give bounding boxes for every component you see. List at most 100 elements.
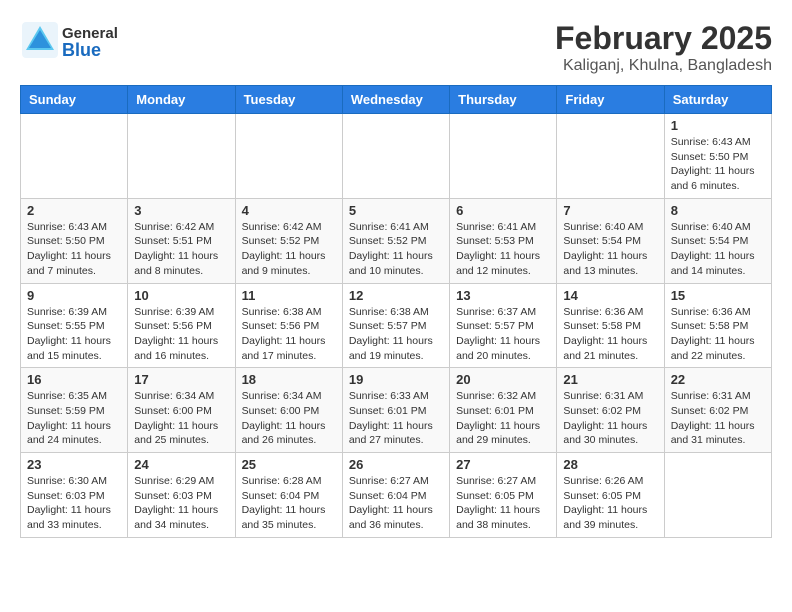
day-info: Sunrise: 6:38 AM Sunset: 5:57 PM Dayligh… <box>349 305 443 364</box>
logo-general: General <box>62 26 118 41</box>
day-info: Sunrise: 6:27 AM Sunset: 6:04 PM Dayligh… <box>349 474 443 533</box>
day-info: Sunrise: 6:43 AM Sunset: 5:50 PM Dayligh… <box>27 220 121 279</box>
calendar-header-tuesday: Tuesday <box>235 86 342 114</box>
calendar-header-row: SundayMondayTuesdayWednesdayThursdayFrid… <box>21 86 772 114</box>
calendar-cell <box>664 453 771 538</box>
logo-blue: Blue <box>62 41 118 59</box>
calendar-header-saturday: Saturday <box>664 86 771 114</box>
calendar-cell: 3 Sunrise: 6:42 AM Sunset: 5:51 PM Daylig… <box>128 198 235 283</box>
day-info: Sunrise: 6:42 AM Sunset: 5:51 PM Dayligh… <box>134 220 228 279</box>
day-number: 15 <box>671 288 765 303</box>
calendar-cell: 15 Sunrise: 6:36 AM Sunset: 5:58 PM Dayli… <box>664 283 771 368</box>
day-info: Sunrise: 6:39 AM Sunset: 5:56 PM Dayligh… <box>134 305 228 364</box>
calendar-header-friday: Friday <box>557 86 664 114</box>
calendar-cell: 2 Sunrise: 6:43 AM Sunset: 5:50 PM Daylig… <box>21 198 128 283</box>
calendar-cell: 8Sunrise: 6:40 AM Sunset: 5:54 PM Daylig… <box>664 198 771 283</box>
calendar-cell: 28 Sunrise: 6:26 AM Sunset: 6:05 PM Dayli… <box>557 453 664 538</box>
day-info: Sunrise: 6:39 AM Sunset: 5:55 PM Dayligh… <box>27 305 121 364</box>
day-number: 19 <box>349 372 443 387</box>
day-number: 25 <box>242 457 336 472</box>
day-number: 13 <box>456 288 550 303</box>
day-number: 27 <box>456 457 550 472</box>
calendar-cell: 24 Sunrise: 6:29 AM Sunset: 6:03 PM Dayli… <box>128 453 235 538</box>
day-number: 4 <box>242 203 336 218</box>
calendar-cell: 1Sunrise: 6:43 AM Sunset: 5:50 PM Daylig… <box>664 114 771 199</box>
day-number: 1 <box>671 118 765 133</box>
day-number: 2 <box>27 203 121 218</box>
day-info: Sunrise: 6:41 AM Sunset: 5:53 PM Dayligh… <box>456 220 550 279</box>
calendar-week-row: 2 Sunrise: 6:43 AM Sunset: 5:50 PM Daylig… <box>21 198 772 283</box>
calendar-cell: 12 Sunrise: 6:38 AM Sunset: 5:57 PM Dayli… <box>342 283 449 368</box>
day-info: Sunrise: 6:37 AM Sunset: 5:57 PM Dayligh… <box>456 305 550 364</box>
day-number: 12 <box>349 288 443 303</box>
calendar-cell: 23 Sunrise: 6:30 AM Sunset: 6:03 PM Dayli… <box>21 453 128 538</box>
day-info: Sunrise: 6:41 AM Sunset: 5:52 PM Dayligh… <box>349 220 443 279</box>
calendar-cell: 5Sunrise: 6:41 AM Sunset: 5:52 PM Daylig… <box>342 198 449 283</box>
calendar-cell: 27 Sunrise: 6:27 AM Sunset: 6:05 PM Dayli… <box>450 453 557 538</box>
day-number: 22 <box>671 372 765 387</box>
day-info: Sunrise: 6:36 AM Sunset: 5:58 PM Dayligh… <box>671 305 765 364</box>
day-number: 24 <box>134 457 228 472</box>
day-info: Sunrise: 6:32 AM Sunset: 6:01 PM Dayligh… <box>456 389 550 448</box>
day-number: 26 <box>349 457 443 472</box>
day-number: 14 <box>563 288 657 303</box>
day-number: 21 <box>563 372 657 387</box>
calendar-cell: 9 Sunrise: 6:39 AM Sunset: 5:55 PM Daylig… <box>21 283 128 368</box>
main-title: February 2025 <box>555 20 772 57</box>
calendar-cell: 22 Sunrise: 6:31 AM Sunset: 6:02 PM Dayli… <box>664 368 771 453</box>
calendar-cell <box>128 114 235 199</box>
day-info: Sunrise: 6:31 AM Sunset: 6:02 PM Dayligh… <box>671 389 765 448</box>
calendar-cell: 6 Sunrise: 6:41 AM Sunset: 5:53 PM Daylig… <box>450 198 557 283</box>
calendar-cell: 17 Sunrise: 6:34 AM Sunset: 6:00 PM Dayli… <box>128 368 235 453</box>
calendar-cell <box>342 114 449 199</box>
calendar-header-thursday: Thursday <box>450 86 557 114</box>
logo-icon-area <box>20 20 60 65</box>
calendar-cell: 16 Sunrise: 6:35 AM Sunset: 5:59 PM Dayli… <box>21 368 128 453</box>
day-info: Sunrise: 6:29 AM Sunset: 6:03 PM Dayligh… <box>134 474 228 533</box>
day-info: Sunrise: 6:42 AM Sunset: 5:52 PM Dayligh… <box>242 220 336 279</box>
day-number: 11 <box>242 288 336 303</box>
day-number: 6 <box>456 203 550 218</box>
calendar-cell: 11 Sunrise: 6:38 AM Sunset: 5:56 PM Dayli… <box>235 283 342 368</box>
calendar-cell <box>450 114 557 199</box>
calendar-table: SundayMondayTuesdayWednesdayThursdayFrid… <box>20 85 772 538</box>
day-info: Sunrise: 6:34 AM Sunset: 6:00 PM Dayligh… <box>134 389 228 448</box>
day-info: Sunrise: 6:33 AM Sunset: 6:01 PM Dayligh… <box>349 389 443 448</box>
calendar-cell: 25 Sunrise: 6:28 AM Sunset: 6:04 PM Dayli… <box>235 453 342 538</box>
day-info: Sunrise: 6:28 AM Sunset: 6:04 PM Dayligh… <box>242 474 336 533</box>
day-info: Sunrise: 6:36 AM Sunset: 5:58 PM Dayligh… <box>563 305 657 364</box>
calendar-cell <box>557 114 664 199</box>
day-number: 3 <box>134 203 228 218</box>
header: General Blue February 2025 Kaliganj, Khu… <box>20 20 772 75</box>
day-info: Sunrise: 6:35 AM Sunset: 5:59 PM Dayligh… <box>27 389 121 448</box>
calendar-week-row: 23 Sunrise: 6:30 AM Sunset: 6:03 PM Dayli… <box>21 453 772 538</box>
calendar-cell: 26 Sunrise: 6:27 AM Sunset: 6:04 PM Dayli… <box>342 453 449 538</box>
calendar-week-row: 1Sunrise: 6:43 AM Sunset: 5:50 PM Daylig… <box>21 114 772 199</box>
calendar-cell: 4 Sunrise: 6:42 AM Sunset: 5:52 PM Daylig… <box>235 198 342 283</box>
logo: General Blue <box>20 20 118 65</box>
calendar-header-wednesday: Wednesday <box>342 86 449 114</box>
day-info: Sunrise: 6:38 AM Sunset: 5:56 PM Dayligh… <box>242 305 336 364</box>
calendar-cell <box>235 114 342 199</box>
day-number: 9 <box>27 288 121 303</box>
day-info: Sunrise: 6:40 AM Sunset: 5:54 PM Dayligh… <box>671 220 765 279</box>
subtitle: Kaliganj, Khulna, Bangladesh <box>555 57 772 75</box>
calendar-cell: 14 Sunrise: 6:36 AM Sunset: 5:58 PM Dayli… <box>557 283 664 368</box>
calendar-cell: 7Sunrise: 6:40 AM Sunset: 5:54 PM Daylig… <box>557 198 664 283</box>
calendar-cell: 20 Sunrise: 6:32 AM Sunset: 6:01 PM Dayli… <box>450 368 557 453</box>
day-number: 17 <box>134 372 228 387</box>
logo-text-block: General Blue <box>62 26 118 59</box>
day-info: Sunrise: 6:27 AM Sunset: 6:05 PM Dayligh… <box>456 474 550 533</box>
day-info: Sunrise: 6:30 AM Sunset: 6:03 PM Dayligh… <box>27 474 121 533</box>
day-info: Sunrise: 6:26 AM Sunset: 6:05 PM Dayligh… <box>563 474 657 533</box>
day-number: 28 <box>563 457 657 472</box>
calendar-week-row: 9 Sunrise: 6:39 AM Sunset: 5:55 PM Daylig… <box>21 283 772 368</box>
day-info: Sunrise: 6:31 AM Sunset: 6:02 PM Dayligh… <box>563 389 657 448</box>
day-number: 23 <box>27 457 121 472</box>
day-number: 10 <box>134 288 228 303</box>
calendar-cell: 10 Sunrise: 6:39 AM Sunset: 5:56 PM Dayli… <box>128 283 235 368</box>
day-number: 16 <box>27 372 121 387</box>
day-number: 20 <box>456 372 550 387</box>
day-info: Sunrise: 6:34 AM Sunset: 6:00 PM Dayligh… <box>242 389 336 448</box>
day-info: Sunrise: 6:40 AM Sunset: 5:54 PM Dayligh… <box>563 220 657 279</box>
